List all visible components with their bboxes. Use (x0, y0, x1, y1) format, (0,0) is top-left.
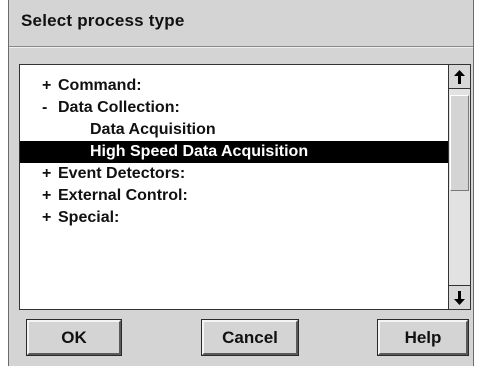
expand-icon[interactable]: + (42, 185, 58, 207)
tree-item-label: High Speed Data Acquisition (90, 143, 309, 160)
title-divider (9, 47, 473, 48)
help-button[interactable]: Help (377, 319, 469, 356)
tree-item-event-detectors[interactable]: + Event Detectors: (42, 163, 185, 185)
vertical-scrollbar[interactable] (448, 65, 470, 309)
select-process-dialog: Select process type + Command: - Data Coll… (8, 0, 474, 366)
tree-item-command[interactable]: + Command: (42, 75, 142, 97)
tree-item-label: Data Collection: (58, 99, 180, 116)
tree-item-data-acquisition[interactable]: Data Acquisition (90, 119, 216, 141)
tree-item-special[interactable]: + Special: (42, 207, 119, 229)
cancel-button[interactable]: Cancel (201, 319, 299, 356)
tree-item-external-control[interactable]: + External Control: (42, 185, 188, 207)
scroll-thumb[interactable] (450, 95, 469, 191)
dialog-titlebar: Select process type (9, 0, 473, 47)
scroll-down-button[interactable] (449, 285, 470, 309)
tree-item-label: Command: (58, 77, 142, 94)
collapse-icon[interactable]: - (42, 97, 58, 119)
expand-icon[interactable]: + (42, 75, 58, 97)
expand-icon[interactable]: + (42, 207, 58, 229)
expand-icon[interactable]: + (42, 163, 58, 185)
tree-item-label: Special: (58, 209, 120, 226)
arrow-down-icon (454, 290, 465, 305)
process-tree: + Command: - Data Collection: Data Acquisi… (20, 65, 450, 309)
dialog-title: Select process type (21, 11, 185, 30)
ok-button[interactable]: OK (26, 319, 122, 356)
tree-item-label: External Control: (58, 187, 188, 204)
process-type-list[interactable]: + Command: - Data Collection: Data Acquisi… (19, 64, 471, 310)
tree-item-data-collection[interactable]: - Data Collection: (42, 97, 180, 119)
tree-item-high-speed-data-acquisition[interactable]: High Speed Data Acquisition (20, 141, 450, 163)
tree-item-label: Data Acquisition (90, 121, 216, 138)
scroll-up-button[interactable] (449, 65, 470, 89)
tree-item-label: Event Detectors: (58, 165, 186, 182)
arrow-up-icon (454, 69, 465, 84)
